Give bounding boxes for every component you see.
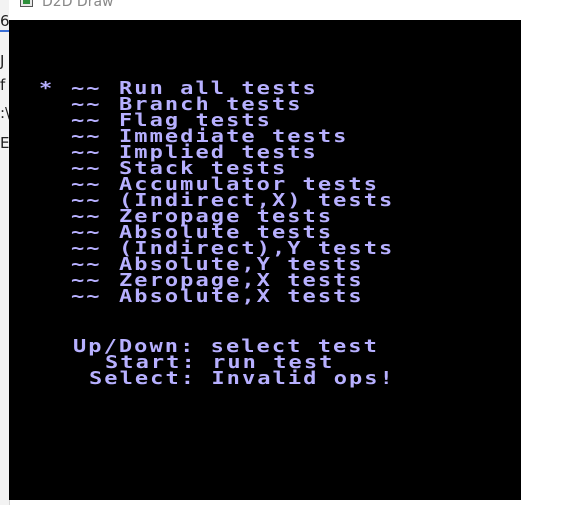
window-titlebar[interactable]: D2D Draw xyxy=(9,0,561,20)
menu-cursor-icon: * xyxy=(39,78,55,99)
menu-item-label: Absolute,X tests xyxy=(119,286,364,307)
controls-help: Up/Down: select test Start: run test Sel… xyxy=(9,338,521,388)
background-text-fragment: J xyxy=(0,52,5,70)
help-line-select: Select: Invalid ops! xyxy=(89,368,395,389)
background-selection-bar xyxy=(0,30,9,32)
test-menu: * ~~ Run all tests ~~ Branch tests ~~ Flag t… xyxy=(39,78,394,307)
app-window-icon xyxy=(20,0,33,7)
emulator-screen[interactable]: * ~~ Run all tests ~~ Branch tests ~~ Flag t… xyxy=(9,20,521,500)
menu-item-absolute-x-tests[interactable]: ~~ Absolute,X tests xyxy=(39,286,394,307)
background-text-fragment: f xyxy=(0,76,6,94)
menu-item-prefix: ~~ xyxy=(71,286,102,307)
window-title: D2D Draw xyxy=(42,0,114,10)
